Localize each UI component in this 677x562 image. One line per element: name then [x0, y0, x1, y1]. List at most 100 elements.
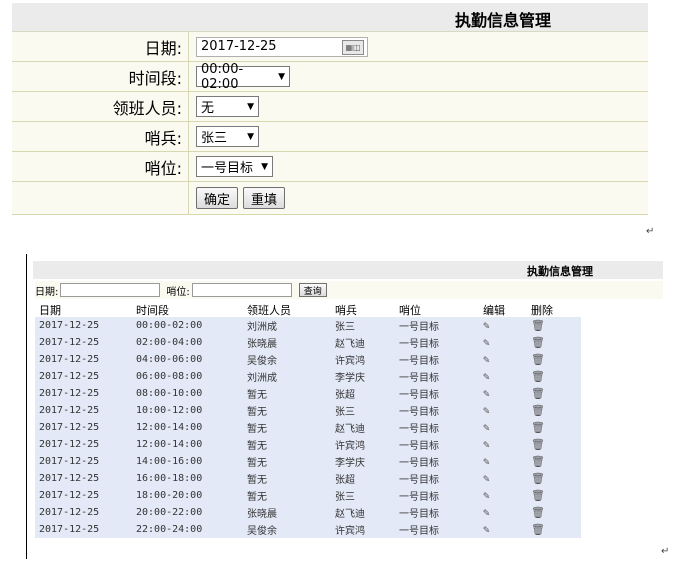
guard-label: 哨兵: [144, 128, 182, 148]
time-slot-cell: 04:00-06:00 [136, 354, 203, 365]
edit-icon[interactable]: ✎ [483, 455, 531, 468]
button-row: 确定 重填 [12, 182, 648, 215]
trash-icon[interactable]: 🗑 [531, 489, 581, 502]
dropdown-arrow-icon: ▼ [261, 161, 268, 172]
calendar-icon[interactable]: ▦◫ [342, 39, 364, 55]
column-header: 编辑 [483, 304, 505, 317]
trash-icon[interactable]: 🗑 [531, 438, 581, 451]
table-row: 2017-12-25 18:00-20:00 暂无 张三 一号目标 ✎ 🗑 [35, 487, 581, 504]
date-cell: 2017-12-25 [39, 371, 100, 382]
edit-icon[interactable]: ✎ [483, 404, 531, 417]
post-cell: 一号目标 [399, 509, 439, 520]
table-row: 2017-12-25 04:00-06:00 吴俊余 许宾鸿 一号目标 ✎ 🗑 [35, 351, 581, 368]
trash-icon[interactable]: 🗑 [531, 387, 581, 400]
leader-cell: 暂无 [247, 441, 267, 452]
search-date-input[interactable] [60, 283, 161, 297]
column-header: 领班人员 [247, 304, 291, 317]
edit-icon[interactable]: ✎ [483, 472, 531, 485]
reset-button[interactable]: 重填 [243, 187, 286, 209]
leader-cell: 吴俊余 [247, 356, 277, 367]
confirm-button[interactable]: 确定 [196, 187, 239, 209]
column-header: 时间段 [136, 304, 169, 317]
dropdown-arrow-icon: ▼ [247, 131, 254, 142]
leader-cell: 暂无 [247, 492, 267, 503]
edit-icon[interactable]: ✎ [483, 438, 531, 451]
table-row: 2017-12-25 12:00-14:00 暂无 许宾鸿 一号目标 ✎ 🗑 [35, 436, 581, 453]
guard-cell: 张三 [335, 407, 355, 418]
time-slot-cell: 10:00-12:00 [136, 405, 203, 416]
time-slot-select[interactable]: 00:00-02:00 ▼ [196, 62, 290, 92]
list-title: 执勤信息管理 [527, 265, 593, 278]
edit-icon[interactable]: ✎ [483, 421, 531, 434]
table-header: 日期 时间段 领班人员 哨兵 哨位 编辑 删除 [35, 302, 581, 317]
trash-icon[interactable]: 🗑 [531, 404, 581, 417]
date-cell: 2017-12-25 [39, 507, 100, 518]
time-slot-cell: 00:00-02:00 [136, 320, 203, 331]
edit-icon[interactable]: ✎ [483, 336, 531, 349]
time-slot-cell: 12:00-14:00 [136, 422, 203, 433]
table-row: 2017-12-25 00:00-02:00 刘洲成 张三 一号目标 ✎ 🗑 [35, 317, 581, 334]
table-row: 2017-12-25 16:00-18:00 暂无 张超 一号目标 ✎ 🗑 [35, 470, 581, 487]
time-slot-cell: 08:00-10:00 [136, 388, 203, 399]
guard-cell: 张三 [335, 492, 355, 503]
leader-label: 领班人员: [112, 98, 182, 118]
guard-cell: 许宾鸿 [335, 441, 365, 452]
table-row: 2017-12-25 22:00-24:00 吴俊余 许宾鸿 一号目标 ✎ 🗑 [35, 521, 581, 538]
table-row: 2017-12-25 10:00-12:00 暂无 张三 一号目标 ✎ 🗑 [35, 402, 581, 419]
guard-cell: 赵飞迪 [335, 509, 365, 520]
date-row: 日期: 2017-12-25 ▦◫ [12, 32, 648, 62]
date-cell: 2017-12-25 [39, 388, 100, 399]
post-cell: 一号目标 [399, 373, 439, 384]
leader-cell: 暂无 [247, 424, 267, 435]
list-header: 执勤信息管理 [33, 261, 663, 279]
time-slot-cell: 16:00-18:00 [136, 473, 203, 484]
trash-icon[interactable]: 🗑 [531, 421, 581, 434]
time-slot-label: 时间段: [128, 68, 182, 88]
time-slot-cell: 06:00-08:00 [136, 371, 203, 382]
trash-icon[interactable]: 🗑 [531, 506, 581, 519]
date-cell: 2017-12-25 [39, 524, 100, 535]
edit-icon[interactable]: ✎ [483, 523, 531, 536]
post-row: 哨位: 一号目标 ▼ [12, 152, 648, 182]
column-header: 日期 [39, 304, 61, 317]
post-cell: 一号目标 [399, 424, 439, 435]
guard-cell: 张三 [335, 322, 355, 333]
query-button[interactable]: 查询 [298, 283, 327, 297]
trash-icon[interactable]: 🗑 [531, 370, 581, 383]
trash-icon[interactable]: 🗑 [531, 472, 581, 485]
return-mark: ↵ [646, 226, 655, 237]
time-slot-cell: 20:00-22:00 [136, 507, 203, 518]
date-cell: 2017-12-25 [39, 439, 100, 450]
date-input[interactable]: 2017-12-25 ▦◫ [196, 36, 368, 57]
edit-icon[interactable]: ✎ [483, 319, 531, 332]
column-header: 哨位 [399, 304, 421, 317]
trash-icon[interactable]: 🗑 [531, 455, 581, 468]
trash-icon[interactable]: 🗑 [531, 523, 581, 536]
edit-icon[interactable]: ✎ [483, 489, 531, 502]
trash-icon[interactable]: 🗑 [531, 353, 581, 366]
guard-cell: 李学庆 [335, 458, 365, 469]
leader-select[interactable]: 无 ▼ [196, 96, 259, 117]
edit-icon[interactable]: ✎ [483, 506, 531, 519]
edit-icon[interactable]: ✎ [483, 387, 531, 400]
time-slot-cell: 02:00-04:00 [136, 337, 203, 348]
guard-cell: 许宾鸿 [335, 526, 365, 537]
trash-icon[interactable]: 🗑 [531, 319, 581, 332]
post-cell: 一号目标 [399, 458, 439, 469]
search-post-label: 哨位: [166, 286, 190, 298]
leader-cell: 刘洲成 [247, 322, 277, 333]
edit-icon[interactable]: ✎ [483, 353, 531, 366]
trash-icon[interactable]: 🗑 [531, 336, 581, 349]
date-label: 日期: [144, 38, 182, 58]
guard-cell: 许宾鸿 [335, 356, 365, 367]
guard-select[interactable]: 张三 ▼ [196, 126, 259, 147]
post-select[interactable]: 一号目标 ▼ [196, 156, 273, 177]
post-cell: 一号目标 [399, 492, 439, 503]
table-row: 2017-12-25 06:00-08:00 刘洲成 李学庆 一号目标 ✎ 🗑 [35, 368, 581, 385]
post-cell: 一号目标 [399, 526, 439, 537]
form-title: 执勤信息管理 [455, 11, 552, 30]
date-cell: 2017-12-25 [39, 320, 100, 331]
search-post-input[interactable] [191, 283, 292, 297]
leader-cell: 暂无 [247, 407, 267, 418]
edit-icon[interactable]: ✎ [483, 370, 531, 383]
